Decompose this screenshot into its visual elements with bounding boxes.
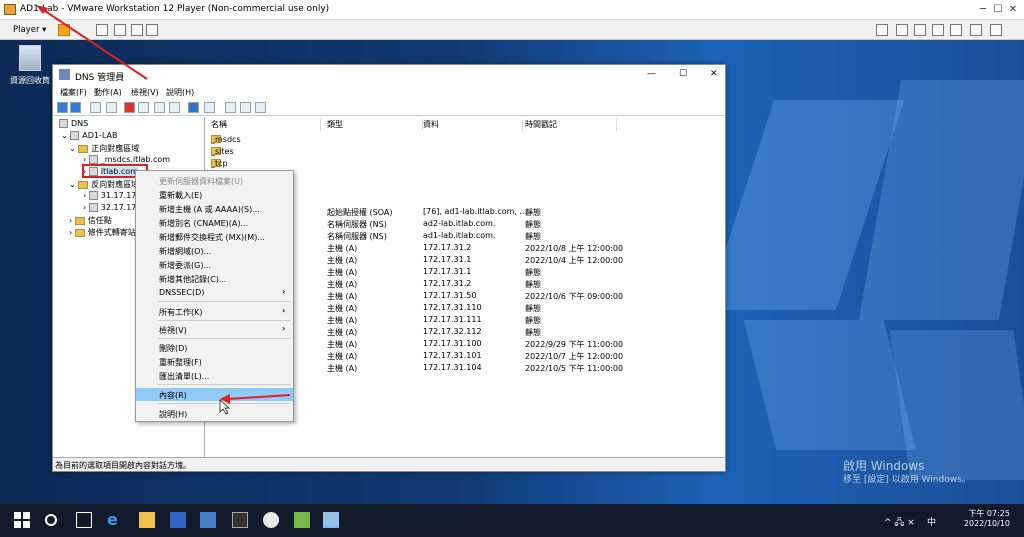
- edge-icon[interactable]: e: [107, 510, 123, 529]
- terminal-icon[interactable]: [232, 512, 248, 528]
- clock-time: 下午 07:25: [968, 509, 1010, 518]
- taskbar-clock[interactable]: 下午 07:25 2022/10/10: [940, 508, 1010, 528]
- annotation-arrow-properties: [227, 394, 291, 400]
- search-icon[interactable]: [45, 514, 57, 526]
- file-explorer-icon[interactable]: [139, 512, 155, 528]
- clock-app-icon[interactable]: [263, 512, 279, 528]
- clock-date: 2022/10/10: [963, 519, 1010, 528]
- annotation-overlay: [36, 5, 291, 415]
- server-manager-icon[interactable]: [170, 512, 186, 528]
- taskbar: e ^ 🖧 × 中: [0, 504, 1024, 537]
- network-app-icon[interactable]: [294, 512, 310, 528]
- system-tray[interactable]: ^ 🖧 ×: [884, 515, 915, 531]
- ime-indicator[interactable]: 中: [927, 515, 936, 528]
- annotation-arrow-title: [41, 8, 148, 80]
- start-icon[interactable]: [14, 512, 30, 528]
- dns-taskbar-icon[interactable]: [323, 512, 339, 528]
- admin-tools-icon[interactable]: [200, 512, 216, 528]
- task-view-icon[interactable]: [76, 512, 92, 528]
